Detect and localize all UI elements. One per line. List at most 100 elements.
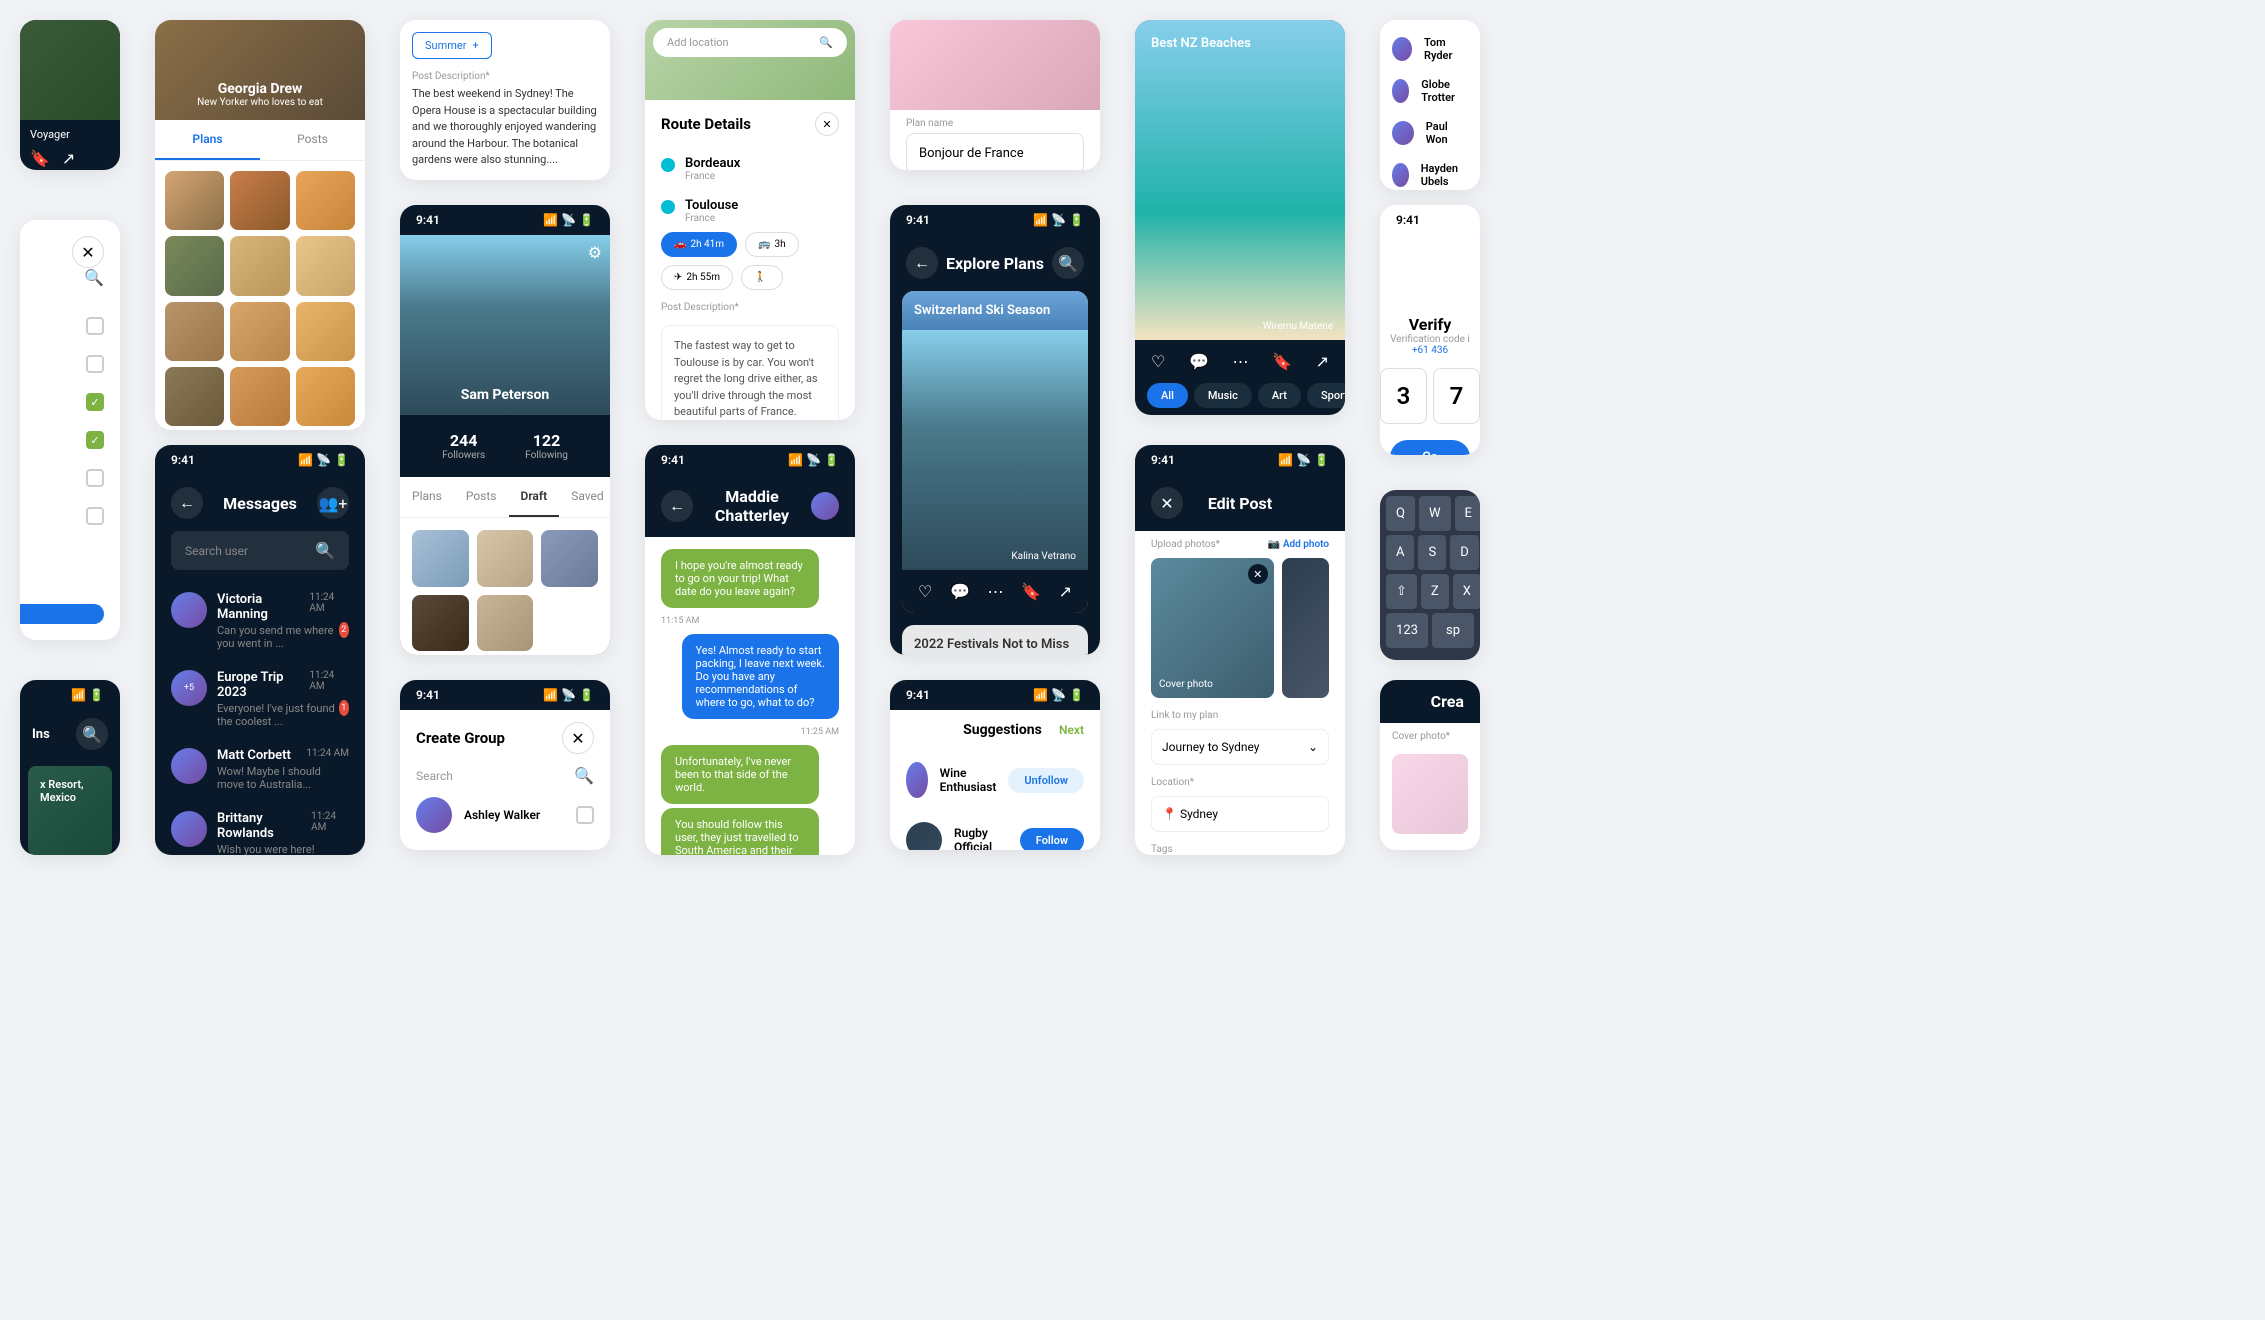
- follow-button[interactable]: Follow: [1020, 828, 1084, 851]
- unfollow-button[interactable]: Unfollow: [1008, 768, 1084, 793]
- checkbox-checked[interactable]: ✓: [86, 431, 104, 449]
- food-photo[interactable]: [296, 171, 355, 230]
- close-icon[interactable]: ✕: [72, 236, 104, 268]
- secondary-photo[interactable]: [1282, 558, 1329, 698]
- food-photo[interactable]: [230, 236, 289, 295]
- message-row[interactable]: Matt Corbett11:24 AM Wow! Maybe I should…: [155, 738, 365, 801]
- checkbox[interactable]: [86, 317, 104, 335]
- keyboard-key[interactable]: W: [1419, 496, 1451, 531]
- checkbox-checked[interactable]: ✓: [86, 393, 104, 411]
- chat-avatar[interactable]: [811, 492, 839, 520]
- keyboard-key[interactable]: X: [1453, 574, 1480, 609]
- continue-button[interactable]: Co: [1390, 440, 1470, 455]
- food-photo[interactable]: [165, 236, 224, 295]
- gear-icon[interactable]: ⚙: [588, 243, 602, 262]
- keyboard-key[interactable]: ⇧: [1386, 574, 1417, 609]
- share-icon[interactable]: ↗: [1316, 352, 1329, 371]
- close-icon[interactable]: ✕: [815, 112, 839, 136]
- back-icon[interactable]: ←: [906, 247, 938, 279]
- tab-posts[interactable]: Posts: [454, 477, 509, 517]
- user-row[interactable]: Hayden Ubels: [1380, 154, 1480, 190]
- draft-photo[interactable]: [541, 530, 598, 587]
- cover-photo[interactable]: ✕ Cover photo: [1151, 558, 1274, 698]
- checkbox[interactable]: [86, 355, 104, 373]
- message-row[interactable]: Victoria Manning11:24 AM Can you send me…: [155, 582, 365, 660]
- close-icon[interactable]: ✕: [1151, 487, 1183, 519]
- food-photo[interactable]: [165, 367, 224, 426]
- search-icon[interactable]: 🔍: [76, 718, 108, 750]
- food-photo[interactable]: [296, 302, 355, 361]
- search-input[interactable]: Search: [416, 769, 566, 783]
- transport-option[interactable]: 🚌3h: [745, 232, 799, 257]
- route-description[interactable]: The fastest way to get to Toulouse is by…: [661, 325, 839, 420]
- tab-plans[interactable]: Plans: [155, 120, 260, 160]
- keyboard-key[interactable]: A: [1386, 535, 1414, 570]
- keyboard-key[interactable]: 123: [1386, 613, 1428, 648]
- food-photo[interactable]: [230, 302, 289, 361]
- tab-draft[interactable]: Draft: [509, 477, 560, 517]
- cover-photo-placeholder[interactable]: [1392, 754, 1468, 834]
- food-photo[interactable]: [230, 171, 289, 230]
- user-avatar[interactable]: [906, 762, 928, 798]
- checkbox[interactable]: [576, 806, 594, 824]
- add-user-icon[interactable]: 👥+: [317, 487, 349, 519]
- search-icon[interactable]: 🔍: [315, 541, 335, 560]
- comment-icon[interactable]: 💬: [1189, 352, 1209, 371]
- more-icon[interactable]: ⋯: [1232, 352, 1248, 371]
- search-input[interactable]: Search user: [185, 544, 315, 558]
- bookmark-icon[interactable]: 🔖: [1272, 352, 1292, 371]
- followers-count[interactable]: 244: [442, 431, 485, 450]
- post-description[interactable]: The best weekend in Sydney! The Opera Ho…: [412, 86, 598, 169]
- food-photo[interactable]: [296, 367, 355, 426]
- user-row[interactable]: Paul Won: [1380, 112, 1480, 154]
- search-icon[interactable]: 🔍: [84, 268, 104, 287]
- draft-photo[interactable]: [412, 530, 469, 587]
- pill-music[interactable]: Music: [1194, 383, 1252, 408]
- next-button[interactable]: Next: [1059, 723, 1084, 737]
- tab-posts[interactable]: Posts: [260, 120, 365, 160]
- submit-button[interactable]: [20, 604, 104, 624]
- food-photo[interactable]: [165, 171, 224, 230]
- search-icon[interactable]: 🔍: [574, 766, 594, 785]
- draft-photo[interactable]: [477, 595, 534, 652]
- pill-art[interactable]: Art: [1258, 383, 1301, 408]
- bookmark-icon[interactable]: 🔖: [1021, 582, 1041, 601]
- comment-icon[interactable]: 💬: [950, 582, 970, 601]
- user-row[interactable]: Adam Pretorius: [400, 845, 610, 850]
- food-photo[interactable]: [296, 236, 355, 295]
- share-icon[interactable]: ↗: [62, 149, 75, 168]
- user-row[interactable]: Globe Trotter: [1380, 70, 1480, 112]
- transport-option[interactable]: 🚗2h 41m: [661, 232, 737, 257]
- plan-card-title[interactable]: Switzerland Ski Season: [902, 291, 1088, 330]
- following-count[interactable]: 122: [525, 431, 568, 450]
- location-input[interactable]: 📍 Sydney: [1151, 796, 1329, 832]
- keyboard-key[interactable]: Z: [1421, 574, 1449, 609]
- user-row[interactable]: Ashley Walker: [400, 785, 610, 845]
- share-icon[interactable]: ↗: [1059, 582, 1072, 601]
- food-photo[interactable]: [230, 367, 289, 426]
- resort-title[interactable]: x Resort, Mexico: [40, 778, 100, 804]
- close-icon[interactable]: ✕: [562, 722, 594, 754]
- keyboard-key[interactable]: sp: [1432, 613, 1474, 648]
- tag-summer[interactable]: Summer +: [412, 32, 492, 59]
- heart-icon[interactable]: ♡: [918, 582, 932, 601]
- search-icon[interactable]: 🔍: [1052, 247, 1084, 279]
- more-icon[interactable]: ⋯: [987, 582, 1003, 601]
- draft-photo[interactable]: [477, 530, 534, 587]
- back-icon[interactable]: ←: [171, 487, 203, 519]
- bookmark-icon[interactable]: 🔖: [30, 149, 50, 168]
- checkbox[interactable]: [86, 507, 104, 525]
- draft-photo[interactable]: [412, 595, 469, 652]
- plan-card-title[interactable]: 2022 Festivals Not to Miss: [902, 625, 1088, 655]
- user-row[interactable]: Tom Ryder: [1380, 28, 1480, 70]
- remove-photo-icon[interactable]: ✕: [1248, 564, 1268, 584]
- verify-digit[interactable]: 7: [1433, 368, 1480, 424]
- add-photo-button[interactable]: 📷 Add photo: [1268, 539, 1329, 550]
- pill-sports[interactable]: Sports: [1307, 383, 1345, 408]
- back-icon[interactable]: ←: [661, 490, 693, 522]
- message-row[interactable]: Brittany Rowlands11:24 AM Wish you were …: [155, 801, 365, 855]
- transport-option[interactable]: 🚶: [741, 265, 783, 290]
- message-row[interactable]: +5 Europe Trip 202311:24 AM Everyone! I'…: [155, 660, 365, 738]
- heart-icon[interactable]: ♡: [1151, 352, 1165, 371]
- tab-plans[interactable]: Plans: [400, 477, 454, 517]
